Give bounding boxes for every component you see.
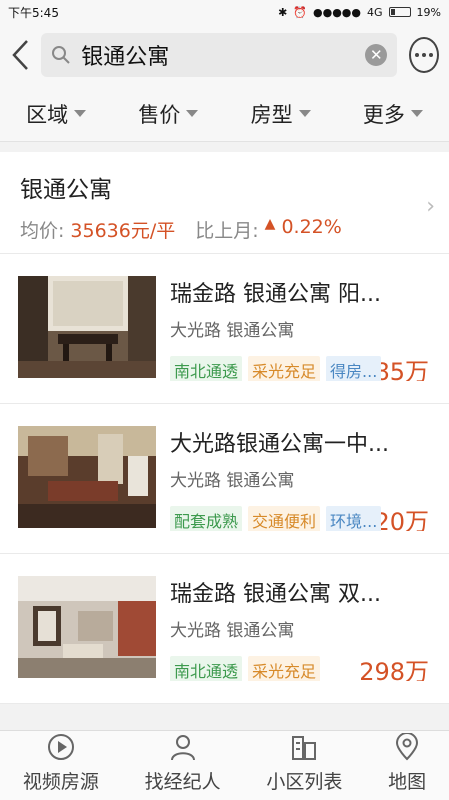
listing-item[interactable]: 瑞金路 银通公寓 双... 大光路 银通公寓 298万 南北通透 采光充足 <box>0 554 449 704</box>
more-menu-button[interactable] <box>409 37 439 73</box>
dot-icon <box>429 53 434 57</box>
avg-price-label: 均价: <box>20 220 65 242</box>
search-input[interactable] <box>81 42 356 68</box>
dropdown-triangle-icon <box>186 110 199 117</box>
status-bar: 下午5:45 ✱ ⏰ ●●●●● 4G 19% <box>0 0 449 24</box>
listing-info: 瑞金路 银通公寓 双... 大光路 银通公寓 298万 南北通透 采光充足 <box>170 576 431 681</box>
filter-price[interactable]: 售价 <box>138 99 199 129</box>
filter-region[interactable]: 区域 <box>26 99 87 129</box>
status-time: 下午5:45 <box>8 5 59 20</box>
tab-map[interactable]: 地图 <box>388 733 426 794</box>
filter-more[interactable]: 更多 <box>363 99 423 129</box>
listing-photo <box>18 426 156 528</box>
listing-tags: 配套成熟 交通便利 环境... <box>170 506 382 531</box>
battery-level: 19% <box>416 5 441 19</box>
listing-info: 瑞金路 银通公寓 阳... 大光路 银通公寓 285万 南北通透 采光充足 得房… <box>170 276 431 381</box>
tab-label: 找经纪人 <box>144 771 221 793</box>
person-icon <box>170 735 195 761</box>
filter-label: 更多 <box>362 102 405 127</box>
play-circle-icon <box>47 734 74 760</box>
listing-title: 瑞金路 银通公寓 阳... <box>170 282 381 307</box>
tab-label: 小区列表 <box>266 771 343 793</box>
filter-label: 售价 <box>138 102 181 127</box>
chevron-right-icon: › <box>426 194 435 219</box>
tab-find-agent[interactable]: 找经纪人 <box>145 733 221 794</box>
listing-tag: 南北通透 <box>170 356 243 381</box>
listing-item[interactable]: 大光路银通公寓一中... 大光路 银通公寓 320万 配套成熟 交通便利 环境.… <box>0 404 449 554</box>
listing-tag: 环境... <box>326 506 382 531</box>
listing-tag: 南北通透 <box>170 656 243 681</box>
listing-photo <box>18 276 156 378</box>
dot-icon <box>422 53 427 57</box>
search-icon <box>52 46 70 64</box>
building-icon <box>292 736 317 760</box>
listing-info: 大光路银通公寓一中... 大光路 银通公寓 320万 配套成熟 交通便利 环境.… <box>170 426 431 531</box>
listing-tag: 配套成熟 <box>170 506 243 531</box>
close-icon: ✕ <box>369 46 383 64</box>
bluetooth-icon: ✱ <box>278 5 288 19</box>
arrow-up-icon: ▲ <box>264 216 276 232</box>
listing-title: 大光路银通公寓一中... <box>170 432 389 457</box>
community-name: 银通公寓 <box>20 177 112 203</box>
tab-label: 视频房源 <box>22 771 99 793</box>
listing-tag: 得房... <box>326 356 382 381</box>
community-prices: 均价: 35636元/平 比上月: ▲ 0.22% <box>20 216 429 243</box>
battery-icon <box>388 7 411 17</box>
listing-subtitle: 大光路 银通公寓 <box>170 321 295 341</box>
dot-icon <box>415 53 420 57</box>
map-pin-icon <box>396 733 419 761</box>
search-bar: ✕ <box>0 24 449 86</box>
tab-label: 地图 <box>388 771 427 793</box>
dropdown-triangle-icon <box>410 110 423 117</box>
listing-title: 瑞金路 银通公寓 双... <box>170 582 381 607</box>
mom-value: 0.22% <box>281 216 342 238</box>
signal-strength: ●●●●● <box>313 5 362 19</box>
listing-tags: 南北通透 采光充足 得房... <box>170 356 382 381</box>
community-summary[interactable]: 银通公寓 均价: 35636元/平 比上月: ▲ 0.22% › <box>0 152 449 254</box>
listing-tag: 采光充足 <box>248 356 321 381</box>
listing-tag: 交通便利 <box>248 506 321 531</box>
listing-tag: 采光充足 <box>248 656 321 681</box>
listing-subtitle: 大光路 银通公寓 <box>170 621 295 641</box>
search-box[interactable]: ✕ <box>41 33 398 77</box>
tab-video-listings[interactable]: 视频房源 <box>23 733 99 794</box>
filter-label: 区域 <box>26 102 69 127</box>
filter-layout[interactable]: 房型 <box>251 99 311 129</box>
status-icons: ✱ ⏰ ●●●●● 4G 19% <box>278 6 441 19</box>
listing-photo <box>18 576 156 678</box>
chevron-left-icon <box>11 40 28 70</box>
listing-tags: 南北通透 采光充足 <box>170 656 321 681</box>
tab-community-list[interactable]: 小区列表 <box>266 733 342 794</box>
filter-label: 房型 <box>250 102 293 127</box>
network-type: 4G <box>367 5 383 19</box>
listing-subtitle: 大光路 银通公寓 <box>170 471 295 491</box>
listing-price: 298万 <box>359 658 429 681</box>
dropdown-triangle-icon <box>74 110 87 117</box>
alarm-icon: ⏰ <box>293 5 308 19</box>
listing-item[interactable]: 瑞金路 银通公寓 阳... 大光路 银通公寓 285万 南北通透 采光充足 得房… <box>0 254 449 404</box>
dropdown-triangle-icon <box>298 110 311 117</box>
back-button[interactable] <box>10 35 29 75</box>
filter-bar: 区域 售价 房型 更多 <box>0 86 449 142</box>
avg-price-value: 35636元/平 <box>70 220 176 242</box>
mom-label: 比上月: <box>195 220 259 242</box>
clear-search-button[interactable]: ✕ <box>365 44 388 66</box>
bottom-tab-bar: 视频房源 找经纪人 小区列表 地图 <box>0 730 449 800</box>
